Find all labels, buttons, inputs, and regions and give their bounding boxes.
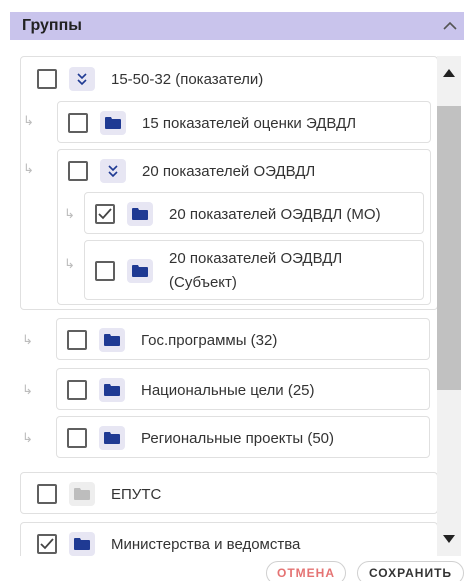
cancel-button[interactable]: ОТМЕНА <box>266 561 346 581</box>
scroll-thumb[interactable] <box>437 106 461 390</box>
group-card: Гос.программы (32) <box>56 318 430 360</box>
checkbox[interactable] <box>37 484 57 504</box>
group-card: 20 показателей ОЭДВДЛ (МО) <box>84 192 424 234</box>
group-card: 20 показателей ОЭДВДЛ (Субъект) <box>84 240 424 300</box>
checkbox[interactable] <box>67 380 87 400</box>
tree-item[interactable]: 20 показателей ОЭДВДЛ <box>68 159 315 183</box>
folder-icon <box>99 328 125 352</box>
tree-item[interactable]: 15-50-32 (показатели) <box>37 67 263 91</box>
group-card: ЕПУТС <box>20 472 438 514</box>
chevron-up-icon[interactable] <box>436 12 464 40</box>
group-card: 20 показателей ОЭДВДЛ ↳ 20 показателей О… <box>57 149 431 305</box>
tree-item[interactable]: Министерства и ведомства <box>37 532 300 556</box>
folder-icon <box>127 202 153 226</box>
folder-icon <box>127 259 153 283</box>
groups-header: Группы <box>10 12 464 40</box>
scroll-up-icon[interactable] <box>437 56 461 90</box>
tree-item[interactable]: 15 показателей оценки ЭДВДЛ <box>68 111 356 135</box>
tree-item-label: Национальные цели (25) <box>141 381 315 399</box>
scrollbar[interactable] <box>437 56 461 556</box>
checkbox[interactable] <box>67 428 87 448</box>
group-card: Национальные цели (25) <box>56 368 430 410</box>
tree-item-label: 15 показателей оценки ЭДВДЛ <box>142 114 357 132</box>
tree-item-label: Гос.программы (32) <box>141 331 278 349</box>
checkbox-checked[interactable] <box>95 204 115 224</box>
folder-icon-grey <box>69 482 95 506</box>
child-arrow-icon: ↳ <box>23 113 34 128</box>
groups-title: Группы <box>22 17 82 34</box>
tree-item-label: 15-50-32 (показатели) <box>111 70 264 88</box>
tree-item[interactable]: Региональные проекты (50) <box>67 426 334 450</box>
checkbox[interactable] <box>68 161 88 181</box>
group-card: Министерства и ведомства <box>20 522 438 556</box>
child-arrow-icon: ↳ <box>22 332 33 347</box>
tree-item[interactable]: 20 показателей ОЭДВДЛ (Субъект) <box>95 247 389 295</box>
tree-item-label: ЕПУТС <box>111 485 162 503</box>
tree-item-label: 20 показателей ОЭДВДЛ <box>142 162 316 180</box>
tree-item-label: 20 показателей ОЭДВДЛ (МО) <box>169 205 381 223</box>
checkbox[interactable] <box>67 330 87 350</box>
expand-toggle-icon[interactable] <box>100 159 126 183</box>
child-arrow-icon: ↳ <box>22 382 33 397</box>
tree-item-label: 20 показателей ОЭДВДЛ (Субъект) <box>169 250 343 291</box>
tree-item[interactable]: ЕПУТС <box>37 482 161 506</box>
save-button[interactable]: СОХРАНИТЬ <box>357 561 464 581</box>
child-arrow-icon: ↳ <box>23 161 34 176</box>
child-arrow-icon: ↳ <box>64 206 75 221</box>
group-card: 15-50-32 (показатели) ↳ 15 показателей о… <box>20 56 438 310</box>
expand-toggle-icon[interactable] <box>69 67 95 91</box>
tree-item[interactable]: Национальные цели (25) <box>67 378 315 402</box>
checkbox-checked[interactable] <box>37 534 57 554</box>
checkbox[interactable] <box>68 113 88 133</box>
child-arrow-icon: ↳ <box>22 430 33 445</box>
folder-icon <box>99 426 125 450</box>
child-arrow-icon: ↳ <box>64 256 75 271</box>
folder-icon <box>69 532 95 556</box>
folder-icon <box>99 378 125 402</box>
folder-icon <box>100 111 126 135</box>
group-card: Региональные проекты (50) <box>56 416 430 458</box>
tree-item[interactable]: Гос.программы (32) <box>67 328 277 352</box>
tree-item-label: Министерства и ведомства <box>111 535 301 553</box>
group-card: 15 показателей оценки ЭДВДЛ <box>57 101 431 143</box>
tree-item[interactable]: 20 показателей ОЭДВДЛ (МО) <box>95 202 381 226</box>
tree-item-label: Региональные проекты (50) <box>141 429 335 447</box>
groups-tree: 15-50-32 (показатели) ↳ 15 показателей о… <box>20 56 438 556</box>
scroll-down-icon[interactable] <box>437 522 461 556</box>
checkbox[interactable] <box>37 69 57 89</box>
checkbox[interactable] <box>95 261 115 281</box>
